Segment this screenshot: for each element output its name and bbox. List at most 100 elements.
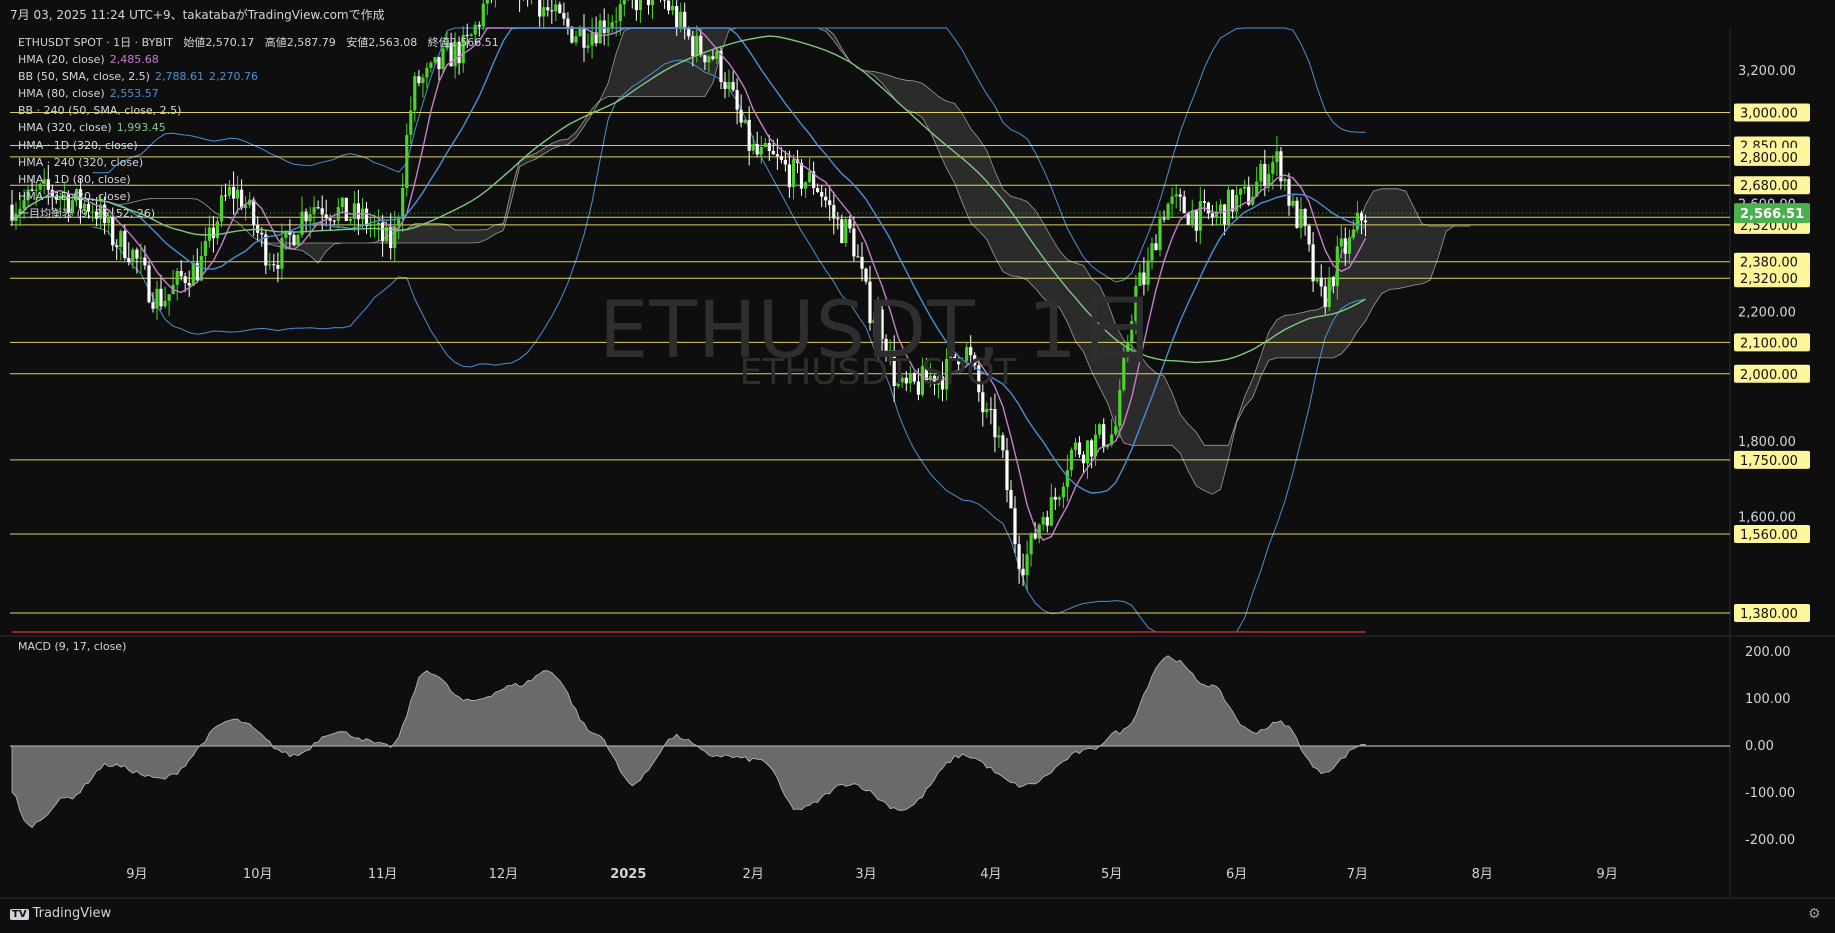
price-axis-label: 2,200.00 bbox=[1738, 305, 1796, 320]
candle-body bbox=[1166, 203, 1170, 220]
legend-indicator-row[interactable]: 一目均衡表 (9, 26, 52, 26) bbox=[18, 205, 499, 222]
candle-body bbox=[755, 144, 759, 155]
candle-body bbox=[1263, 164, 1267, 187]
candle-body bbox=[1118, 390, 1122, 426]
candle-body bbox=[368, 225, 373, 227]
candle-body bbox=[1114, 425, 1118, 435]
legend-high: 高値2,587.79 bbox=[264, 36, 336, 49]
level-price-tag-label: 1,750.00 bbox=[1740, 454, 1798, 469]
candle-body bbox=[167, 294, 171, 301]
legend-open: 始値2,570.17 bbox=[183, 36, 255, 49]
candle-body bbox=[211, 227, 215, 239]
candle-body bbox=[1327, 277, 1331, 307]
legend-indicator-row[interactable]: BB · 240 (50, SMA, close, 2.5) bbox=[18, 102, 499, 119]
candle-body bbox=[840, 219, 844, 243]
candle-body bbox=[1049, 496, 1053, 526]
candle-body bbox=[215, 221, 219, 239]
legend-indicator-row[interactable]: HMA · 1D (80, close) bbox=[18, 171, 499, 188]
time-axis-label: 4月 bbox=[980, 867, 1001, 882]
candle-body bbox=[1158, 218, 1162, 251]
candle-body bbox=[1339, 238, 1343, 247]
candle-body bbox=[993, 409, 997, 438]
legend-indicator-row[interactable]: HMA (80, close) 2,553.57 bbox=[18, 85, 499, 102]
candle-body bbox=[1162, 218, 1166, 220]
gear-icon[interactable]: ⚙ bbox=[1808, 906, 1821, 922]
level-price-tag-label: 2,000.00 bbox=[1740, 368, 1798, 383]
candle-body bbox=[1271, 162, 1275, 174]
candle-body bbox=[163, 300, 167, 307]
candle-body bbox=[187, 282, 191, 286]
level-price-tag-label: 2,320.00 bbox=[1740, 272, 1798, 287]
candle-body bbox=[135, 249, 139, 259]
legend-symbol-row: ETHUSDT SPOT · 1日 · BYBIT 始値2,570.17 高値2… bbox=[18, 34, 499, 51]
time-axis[interactable]: 9月 10月 11月 12月 2025 2月 3月 4月 5月 6月 7月 8月 9月 bbox=[126, 867, 1618, 882]
legend-indicator-row[interactable]: HMA (320, close) 1,993.45 bbox=[18, 119, 499, 136]
candle-body bbox=[783, 159, 787, 165]
price-axis-label: 1,600.00 bbox=[1738, 511, 1796, 526]
candle-body bbox=[1359, 212, 1364, 221]
candle-body bbox=[836, 218, 840, 220]
candle-body bbox=[771, 151, 775, 155]
candle-body bbox=[1053, 496, 1057, 500]
candle-body bbox=[763, 143, 767, 147]
legend-close: 終値2,566.51 bbox=[427, 36, 499, 49]
candle-body bbox=[179, 271, 183, 277]
candle-body bbox=[143, 257, 147, 266]
legend-indicator-row[interactable]: HMA · 240 (320, close) bbox=[18, 154, 499, 171]
candle-body bbox=[860, 256, 864, 269]
candle-body bbox=[1013, 508, 1017, 545]
legend-indicator-row[interactable]: HMA · 1D (320, close) bbox=[18, 137, 499, 154]
candle-body bbox=[707, 56, 711, 63]
tradingview-logo[interactable]: TV TradingView bbox=[10, 906, 111, 921]
candle-body bbox=[1283, 179, 1287, 182]
candle-body bbox=[1331, 277, 1335, 287]
candle-body bbox=[816, 188, 820, 192]
candle-body bbox=[127, 258, 131, 262]
legend-indicator-row[interactable]: HMA (20, close) 2,485.68 bbox=[18, 51, 499, 68]
legend-symbol[interactable]: ETHUSDT SPOT · 1日 · BYBIT bbox=[18, 36, 173, 49]
candle-body bbox=[1033, 533, 1037, 539]
snapshot-info: 7月 03, 2025 11:24 UTC+9、takatabaがTrading… bbox=[10, 8, 385, 22]
tv-logo-icon: TV bbox=[10, 909, 29, 920]
candle-body bbox=[151, 302, 155, 309]
candle-body bbox=[723, 82, 727, 89]
candle-body bbox=[1102, 424, 1106, 448]
current-price-label: 2,566.51 bbox=[1740, 207, 1804, 222]
chart-legend: ETHUSDT SPOT · 1日 · BYBIT 始値2,570.17 高値2… bbox=[18, 34, 499, 222]
candle-body bbox=[147, 265, 151, 303]
candle-body bbox=[590, 32, 594, 46]
candle-body bbox=[260, 232, 264, 235]
candle-body bbox=[1021, 568, 1025, 576]
candle-body bbox=[1001, 435, 1005, 451]
candle-body bbox=[1029, 533, 1033, 555]
candle-body bbox=[1081, 454, 1086, 464]
candle-body bbox=[119, 231, 123, 247]
candle-body bbox=[1343, 238, 1347, 254]
candle-body bbox=[775, 154, 779, 157]
candle-body bbox=[989, 408, 993, 410]
legend-indicator-row[interactable]: HMA · 1D (20, close) bbox=[18, 188, 499, 205]
candle-body bbox=[1174, 194, 1178, 197]
time-axis-label: 6月 bbox=[1226, 867, 1247, 882]
candle-body bbox=[1090, 440, 1094, 457]
candle-body bbox=[852, 228, 856, 257]
candle-body bbox=[1061, 486, 1065, 498]
legend-indicator-row[interactable]: BB (50, SMA, close, 2.5) 2,788.61 2,270.76 bbox=[18, 68, 499, 85]
candle-body bbox=[268, 264, 272, 266]
candle-body bbox=[1041, 517, 1045, 525]
candle-body bbox=[292, 234, 296, 246]
macd-area bbox=[11, 655, 1366, 829]
candle-body bbox=[1311, 244, 1315, 282]
candle-body bbox=[1222, 204, 1227, 225]
macd-axis-label: 200.00 bbox=[1745, 645, 1791, 660]
candle-body bbox=[377, 222, 381, 225]
candle-body bbox=[820, 191, 824, 197]
time-axis-label: 10月 bbox=[243, 867, 273, 882]
candle-body bbox=[1190, 210, 1194, 225]
candle-body bbox=[1226, 189, 1231, 225]
candle-body bbox=[1170, 196, 1174, 204]
price-axis-label: 1,800.00 bbox=[1738, 435, 1796, 450]
time-axis-label: 8月 bbox=[1472, 867, 1493, 882]
macd-title[interactable]: MACD (9, 17, close) bbox=[18, 640, 126, 653]
candle-body bbox=[155, 288, 159, 309]
